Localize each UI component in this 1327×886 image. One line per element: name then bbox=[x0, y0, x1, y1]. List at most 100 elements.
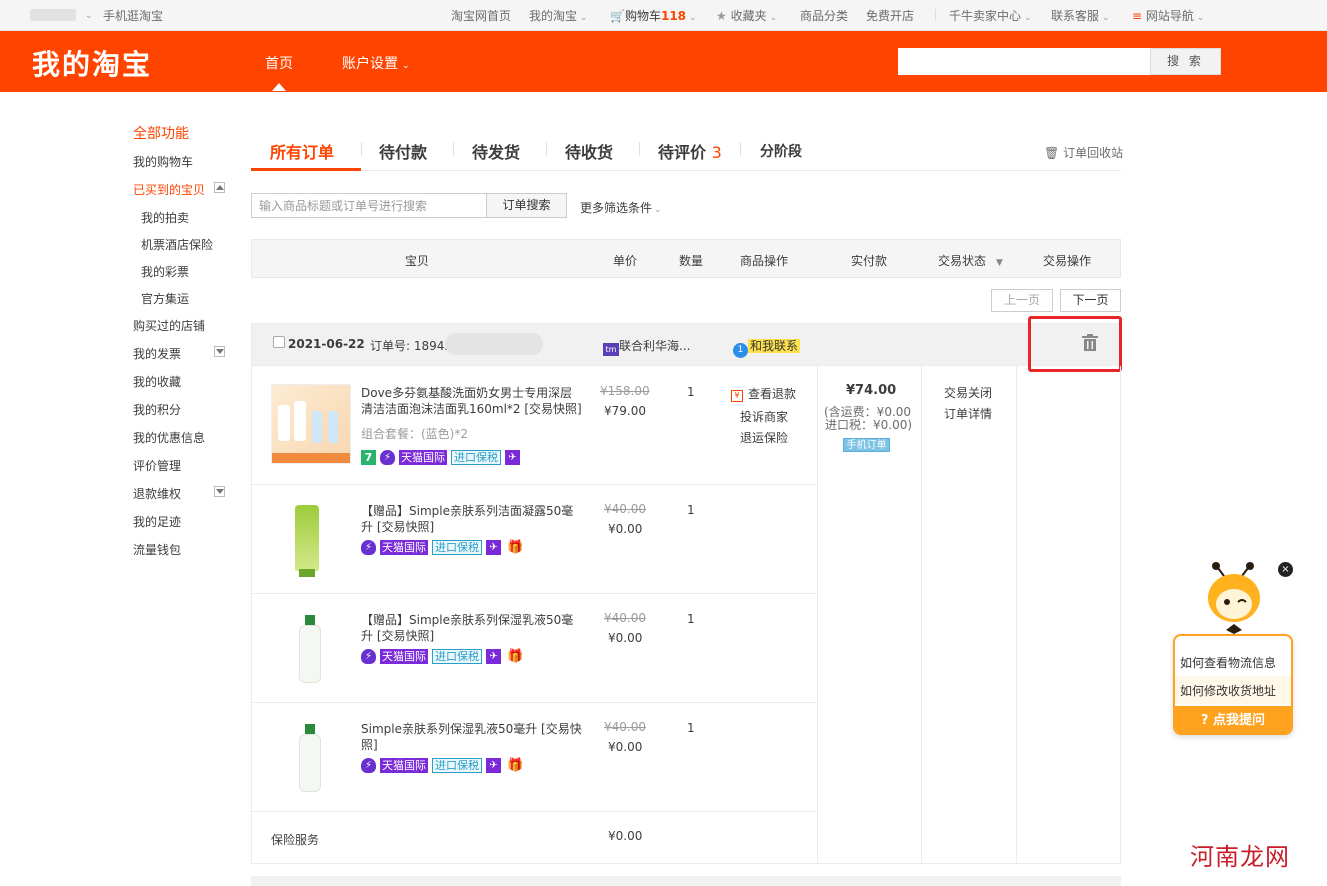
username-blurred[interactable] bbox=[30, 9, 76, 21]
divider bbox=[252, 811, 817, 812]
taobao-home-link[interactable]: 淘宝网首页 bbox=[451, 7, 511, 24]
plane-icon[interactable]: ✈ bbox=[486, 757, 501, 773]
contact-seller-button[interactable]: 1 和我联系 bbox=[733, 337, 801, 358]
product-title-link[interactable]: 【赠品】Simple亲肤系列保湿乳液50毫升 [交易快照] bbox=[361, 612, 583, 644]
shop-name-link[interactable]: tm 联合利华海... bbox=[603, 337, 690, 356]
order-checkbox[interactable] bbox=[273, 336, 285, 348]
logo[interactable]: 我的淘宝 bbox=[32, 43, 152, 83]
col-status-filter[interactable]: 交易状态 ▼ bbox=[938, 252, 1003, 269]
favorites-link[interactable]: ★ 收藏夹 ⌄ bbox=[716, 7, 777, 24]
order-details-link[interactable]: 订单详情 bbox=[944, 405, 992, 422]
tab-pending-review[interactable]: 待评价 3 bbox=[658, 139, 722, 163]
sidebar-item-refunds[interactable]: 退款维权 bbox=[133, 485, 181, 502]
ask-question-button[interactable]: ? 点我提问 bbox=[1175, 706, 1291, 733]
tmall-intl-badge[interactable]: 天猫国际 bbox=[380, 539, 428, 555]
sidebar-item-cart[interactable]: 我的购物车 bbox=[133, 153, 193, 170]
prev-page-button[interactable]: 上一页 bbox=[991, 289, 1053, 312]
sidebar-item-footprint[interactable]: 我的足迹 bbox=[133, 513, 181, 530]
gift-icon[interactable]: 🎁 bbox=[505, 758, 523, 773]
sidebar-item-reviews[interactable]: 评价管理 bbox=[133, 457, 181, 474]
sidebar-item-lottery[interactable]: 我的彩票 bbox=[141, 263, 189, 280]
sidebar-item-auction[interactable]: 我的拍卖 bbox=[141, 209, 189, 226]
plane-icon[interactable]: ✈ bbox=[486, 648, 501, 664]
expand-icon[interactable] bbox=[214, 486, 225, 497]
service-link[interactable]: 联系客服 ⌄ bbox=[1051, 7, 1110, 24]
cart-link[interactable]: 🛒购物车118 ⌄ bbox=[610, 7, 697, 24]
assistant-mascot[interactable] bbox=[1200, 560, 1268, 636]
collapse-icon[interactable] bbox=[214, 182, 225, 193]
seven-day-return-icon[interactable]: 7 bbox=[361, 449, 376, 465]
nav-account-settings[interactable]: 账户设置 ⌄ bbox=[342, 53, 410, 73]
seller-center-link[interactable]: 千牛卖家中心 ⌄ bbox=[949, 7, 1032, 24]
user-chevron-down-icon[interactable]: ⌄ bbox=[82, 7, 93, 21]
site-nav-link[interactable]: ≡ 网站导航 ⌄ bbox=[1132, 7, 1204, 24]
return-insurance-link[interactable]: 退运保险 bbox=[740, 429, 788, 446]
close-icon[interactable]: × bbox=[1278, 562, 1293, 577]
open-shop-link[interactable]: 免费开店 bbox=[866, 7, 914, 24]
sidebar-item-coupons[interactable]: 我的优惠信息 bbox=[133, 429, 205, 446]
chevron-down-icon: ⌄ bbox=[1024, 13, 1032, 23]
faq-logistics[interactable]: 如何查看物流信息 bbox=[1180, 654, 1276, 671]
header-search-input[interactable] bbox=[898, 48, 1150, 75]
sidebar-item-bought[interactable]: 已买到的宝贝 bbox=[133, 181, 205, 198]
bonded-import-badge[interactable]: 进口保税 bbox=[432, 648, 482, 664]
sidebar-item-favorites[interactable]: 我的收藏 bbox=[133, 373, 181, 390]
my-taobao-link[interactable]: 我的淘宝 ⌄ bbox=[529, 7, 588, 24]
shield-icon[interactable]: ⚡ bbox=[361, 539, 376, 555]
delete-order-button[interactable] bbox=[1080, 334, 1100, 352]
tab-installment[interactable]: 分阶段 bbox=[760, 141, 802, 161]
order-search-input[interactable] bbox=[251, 193, 487, 218]
bonded-import-badge[interactable]: 进口保税 bbox=[451, 449, 501, 465]
shield-icon[interactable]: ⚡ bbox=[361, 648, 376, 664]
bonded-import-badge[interactable]: 进口保税 bbox=[432, 757, 482, 773]
tab-pending-payment[interactable]: 待付款 bbox=[379, 139, 427, 163]
tmall-intl-badge[interactable]: 天猫国际 bbox=[380, 648, 428, 664]
product-thumbnail[interactable] bbox=[291, 722, 331, 796]
plane-icon[interactable]: ✈ bbox=[505, 449, 520, 465]
faq-address-row[interactable]: 如何修改收货地址 bbox=[1175, 676, 1291, 704]
tmall-intl-badge[interactable]: 天猫国际 bbox=[380, 757, 428, 773]
product-thumbnail[interactable] bbox=[271, 384, 351, 464]
shield-icon[interactable]: ⚡ bbox=[380, 449, 395, 465]
gift-icon[interactable]: 🎁 bbox=[505, 540, 523, 555]
tab-pending-receipt[interactable]: 待收货 bbox=[565, 139, 613, 163]
product-title-link[interactable]: Dove多芬氨基酸洗面奶女男士专用深层清洁洁面泡沫洁面乳160ml*2 [交易快… bbox=[361, 385, 583, 417]
refund-icon: ¥ bbox=[731, 390, 743, 402]
tmall-intl-badge[interactable]: 天猫国际 bbox=[399, 449, 447, 465]
sidebar-title[interactable]: 全部功能 bbox=[133, 123, 189, 143]
bonded-import-badge[interactable]: 进口保税 bbox=[432, 539, 482, 555]
product-badges: ⚡ 天猫国际 进口保税 ✈ 🎁 bbox=[361, 539, 523, 555]
mobile-taobao-link[interactable]: 手机逛淘宝 bbox=[103, 7, 163, 24]
sidebar-item-invoice[interactable]: 我的发票 bbox=[133, 345, 181, 362]
shield-icon[interactable]: ⚡ bbox=[361, 757, 376, 773]
col-item: 宝贝 bbox=[405, 254, 430, 268]
tab-all-orders[interactable]: 所有订单 bbox=[270, 139, 334, 163]
sidebar-item-shops[interactable]: 购买过的店铺 bbox=[133, 317, 205, 334]
plane-icon[interactable]: ✈ bbox=[486, 539, 501, 555]
product-thumbnail[interactable] bbox=[281, 503, 341, 579]
expand-icon[interactable] bbox=[214, 346, 225, 357]
more-filters-link[interactable]: 更多筛选条件 ⌄ bbox=[580, 199, 662, 216]
sidebar-item-consolidation[interactable]: 官方集运 bbox=[141, 290, 189, 307]
sidebar-item-data-wallet[interactable]: 流量钱包 bbox=[133, 541, 181, 558]
tab-pending-shipment[interactable]: 待发货 bbox=[472, 139, 520, 163]
gift-icon[interactable]: 🎁 bbox=[505, 649, 523, 664]
product-title-link[interactable]: 【赠品】Simple亲肤系列洁面凝露50毫升 [交易快照] bbox=[361, 503, 583, 535]
product-bottle bbox=[299, 734, 321, 792]
product-thumbnail[interactable] bbox=[291, 613, 331, 687]
view-refund-link[interactable]: ¥ 查看退款 bbox=[731, 385, 796, 402]
categories-link[interactable]: 商品分类 bbox=[800, 7, 848, 24]
divider bbox=[252, 593, 817, 594]
next-page-button[interactable]: 下一页 bbox=[1060, 289, 1121, 312]
sidebar-item-points[interactable]: 我的积分 bbox=[133, 401, 181, 418]
header-search-button[interactable]: 搜 索 bbox=[1150, 48, 1221, 75]
product-title-link[interactable]: Simple亲肤系列保湿乳液50毫升 [交易快照] bbox=[361, 721, 583, 753]
nav-home[interactable]: 首页 bbox=[265, 53, 293, 73]
recycle-bin-link[interactable]: 🗑 订单回收站 bbox=[1044, 144, 1123, 161]
order-search-button[interactable]: 订单搜索 bbox=[486, 193, 567, 218]
sidebar-item-travel[interactable]: 机票酒店保险 bbox=[141, 236, 213, 253]
product-sku: 组合套餐：(蓝色)*2 bbox=[361, 427, 468, 441]
col-paid: 实付款 bbox=[851, 254, 888, 268]
complain-seller-link[interactable]: 投诉商家 bbox=[740, 408, 788, 425]
product-bottle bbox=[278, 405, 290, 441]
